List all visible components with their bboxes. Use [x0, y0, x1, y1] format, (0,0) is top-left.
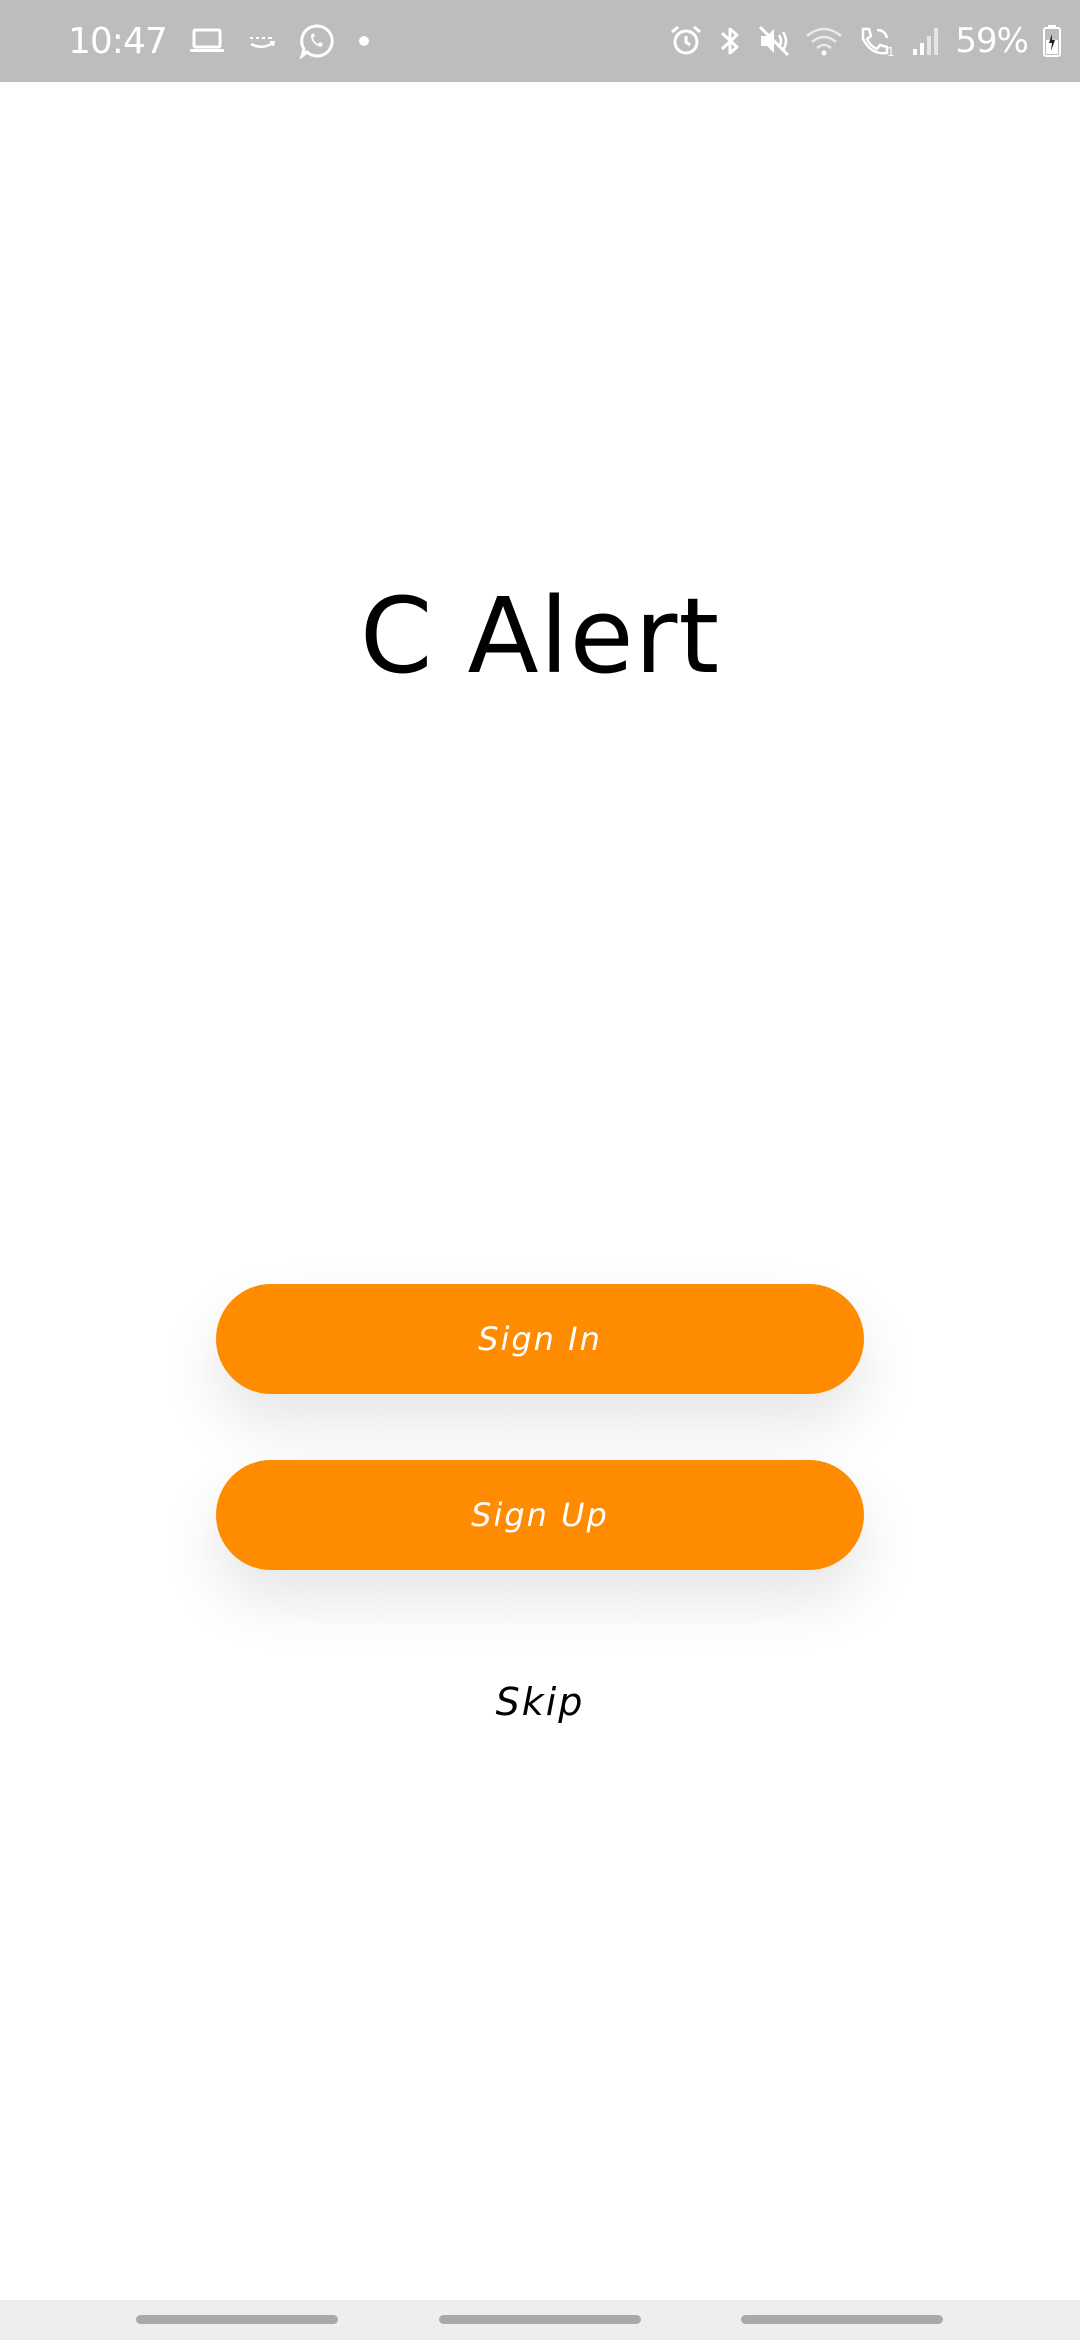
nav-back-handle[interactable]	[741, 2315, 943, 2324]
sign-in-button-label: Sign In	[478, 1320, 602, 1358]
amazon-music-icon	[247, 29, 277, 53]
bluetooth-icon	[717, 23, 743, 59]
wifi-calling-icon: 1	[857, 24, 897, 58]
gesture-nav-bar	[0, 2300, 1080, 2340]
battery-icon	[1042, 24, 1062, 58]
mute-icon	[757, 24, 791, 58]
battery-percentage: 59%	[955, 21, 1029, 61]
sign-up-button[interactable]: Sign Up	[216, 1460, 864, 1570]
wifi-icon	[805, 25, 843, 57]
signal-icon	[911, 25, 941, 57]
status-bar-right: 1 59%	[669, 0, 1062, 82]
dot-icon	[357, 34, 371, 48]
status-bar-left: 10:47	[68, 0, 371, 82]
status-bar: 10:47 1 59%	[0, 0, 1080, 82]
app-title: C Alert	[359, 575, 721, 697]
nav-home-handle[interactable]	[439, 2315, 641, 2324]
svg-text:1: 1	[887, 45, 895, 58]
app-screen: 10:47 1 59% C Alert Sign In Sign Up Skip	[0, 0, 1080, 2340]
alarm-icon	[669, 24, 703, 58]
status-time: 10:47	[68, 20, 168, 62]
nav-recent-apps-handle[interactable]	[136, 2315, 338, 2324]
laptop-icon	[189, 27, 225, 55]
whatsapp-icon	[299, 23, 335, 59]
skip-link[interactable]: Skip	[0, 1680, 1080, 1724]
sign-in-button[interactable]: Sign In	[216, 1284, 864, 1394]
sign-up-button-label: Sign Up	[471, 1496, 609, 1534]
